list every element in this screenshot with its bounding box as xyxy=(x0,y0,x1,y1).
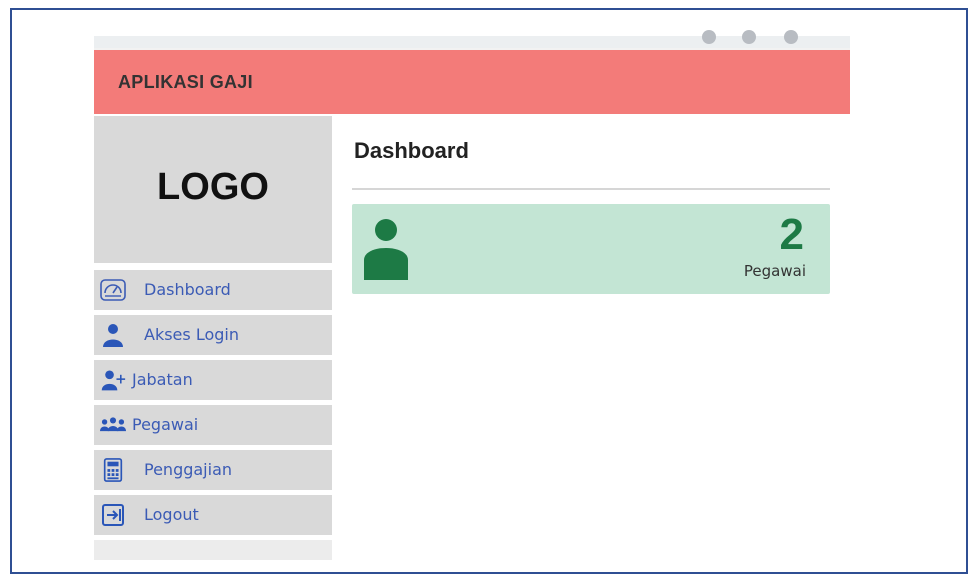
sidebar-nav: Dashboard Akses Login Jabatan Pegawai Pe… xyxy=(94,270,332,540)
title-divider xyxy=(352,188,830,190)
logo-area: LOGO xyxy=(94,116,332,263)
window-control-icon[interactable] xyxy=(784,30,798,44)
calculator-icon xyxy=(103,458,123,482)
employee-count: 2 xyxy=(779,210,804,259)
app-title: APLIKASI GAJI xyxy=(118,72,253,92)
sidebar-item-dashboard[interactable]: Dashboard xyxy=(94,270,332,310)
sidebar-item-akses-login[interactable]: Akses Login xyxy=(94,315,332,355)
sidebar-item-label: Dashboard xyxy=(144,280,231,299)
sidebar-item-jabatan[interactable]: Jabatan xyxy=(94,360,332,400)
sidebar-item-label: Jabatan xyxy=(132,370,193,389)
sidebar-item-label: Akses Login xyxy=(144,325,239,344)
main-content: Dashboard 2 Pegawai xyxy=(352,116,832,560)
person-icon xyxy=(364,219,408,280)
sidebar-item-label: Penggajian xyxy=(144,460,233,479)
user-icon xyxy=(103,324,123,347)
page-title: Dashboard xyxy=(354,138,469,163)
sidebar-item-pegawai[interactable]: Pegawai xyxy=(94,405,332,445)
users-group-icon xyxy=(100,417,126,432)
logout-icon xyxy=(102,504,124,526)
app-header: APLIKASI GAJI xyxy=(94,48,850,114)
sidebar-footer xyxy=(94,540,332,560)
browser-top-strip xyxy=(94,30,850,48)
window-control-icon[interactable] xyxy=(742,30,756,44)
window-control-icon[interactable] xyxy=(702,30,716,44)
sidebar-item-label: Logout xyxy=(144,505,199,524)
user-add-icon xyxy=(101,370,126,391)
logo: LOGO xyxy=(157,166,269,208)
sidebar-item-logout[interactable]: Logout xyxy=(94,495,332,535)
sidebar-item-label: Pegawai xyxy=(132,415,199,434)
app-window: APLIKASI GAJI LOGO Dashboard Akses Login… xyxy=(94,30,850,560)
employee-count-label: Pegawai xyxy=(743,262,806,280)
dashboard-gauge-icon xyxy=(100,279,126,301)
sidebar-item-penggajian[interactable]: Penggajian xyxy=(94,450,332,490)
employee-stat-card[interactable]: 2 Pegawai xyxy=(352,204,830,294)
sidebar: LOGO Dashboard Akses Login Jabatan Pegaw… xyxy=(94,116,332,560)
